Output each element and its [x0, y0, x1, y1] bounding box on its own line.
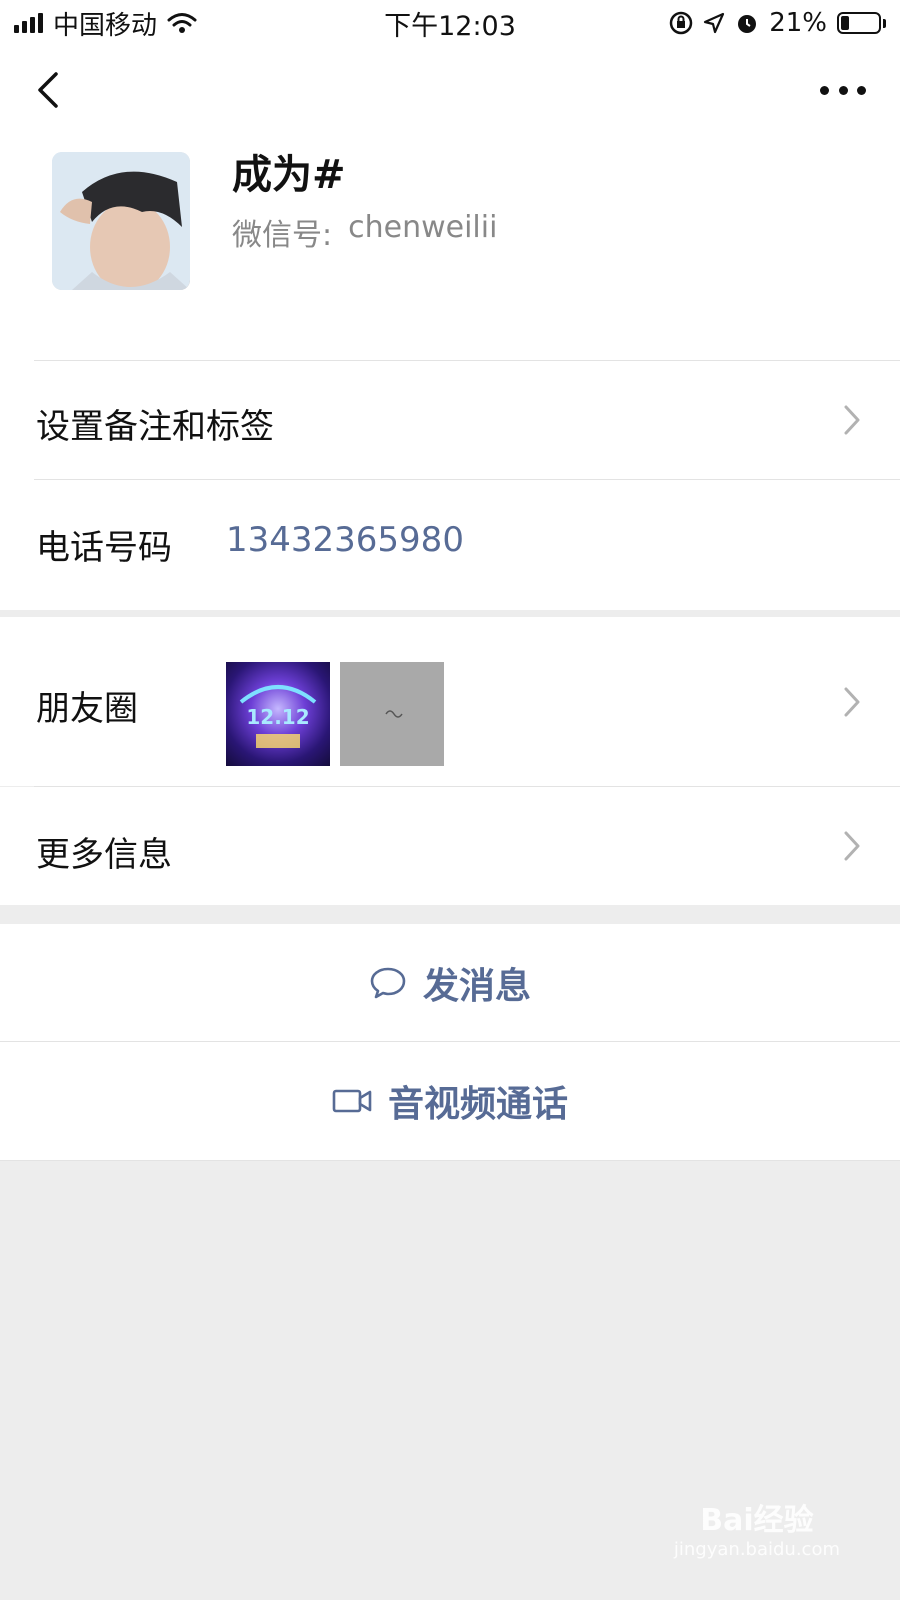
- moments-thumbnail: 12.12: [226, 662, 330, 766]
- wechat-id-label: 微信号:: [232, 218, 333, 253]
- battery-percent: 21%: [769, 8, 827, 38]
- wifi-icon: [167, 13, 197, 33]
- carrier-label: 中国移动: [53, 10, 158, 41]
- moments-row[interactable]: 朋友圈: [0, 617, 900, 786]
- battery-icon: [837, 12, 886, 34]
- thumbnail-caption: 12.12: [246, 705, 309, 729]
- more-options-button[interactable]: [820, 78, 866, 102]
- avatar-image: [52, 152, 190, 290]
- phone-label: 电话号码: [36, 528, 172, 568]
- video-camera-icon: [332, 1089, 372, 1113]
- video-call-label: 音视频通话: [387, 1084, 568, 1125]
- phone-number-link[interactable]: 13432365980: [226, 520, 464, 560]
- dot-icon: [857, 85, 866, 95]
- video-call-button[interactable]: 音视频通话: [0, 1042, 900, 1160]
- chat-bubble-icon: [370, 967, 406, 999]
- dot-icon: [820, 85, 829, 95]
- avatar[interactable]: [52, 152, 190, 290]
- more-info-row[interactable]: 更多信息: [0, 787, 900, 905]
- location-icon: [704, 12, 725, 34]
- status-bar: 中国移动 下午12:03 21%: [0, 0, 900, 46]
- wechat-id: 微信号: chenweilii: [232, 210, 497, 254]
- rotation-lock-icon: [669, 11, 693, 35]
- profile-name: 成为#: [232, 152, 346, 198]
- watermark: Bai经验 jingyan.baidu.com: [674, 1495, 840, 1560]
- remark-tags-label: 设置备注和标签: [36, 407, 274, 447]
- send-message-button[interactable]: 发消息: [0, 924, 900, 1042]
- dot-icon: [838, 85, 848, 95]
- remark-tags-row[interactable]: 设置备注和标签: [0, 361, 900, 479]
- watermark-url: jingyan.baidu.com: [673, 1539, 840, 1560]
- wechat-id-value: chenweilii: [348, 210, 498, 245]
- watermark-brand: Bai经验: [700, 1503, 814, 1538]
- more-info-label: 更多信息: [36, 835, 172, 875]
- phone-row: 电话号码 13432365980: [0, 480, 900, 598]
- chevron-right-icon: [844, 687, 860, 717]
- chevron-right-icon: [844, 405, 860, 435]
- divider: [0, 1160, 900, 1161]
- nav-bar: [0, 46, 900, 136]
- moments-label: 朋友圈: [36, 689, 138, 729]
- signal-icon: [14, 13, 43, 33]
- status-right: 21%: [669, 8, 886, 38]
- moments-thumbnail: [340, 662, 444, 766]
- alarm-icon: [738, 15, 757, 33]
- send-message-label: 发消息: [422, 966, 531, 1007]
- back-button[interactable]: [30, 68, 70, 112]
- chevron-right-icon: [844, 831, 860, 861]
- status-left: 中国移动: [14, 5, 197, 42]
